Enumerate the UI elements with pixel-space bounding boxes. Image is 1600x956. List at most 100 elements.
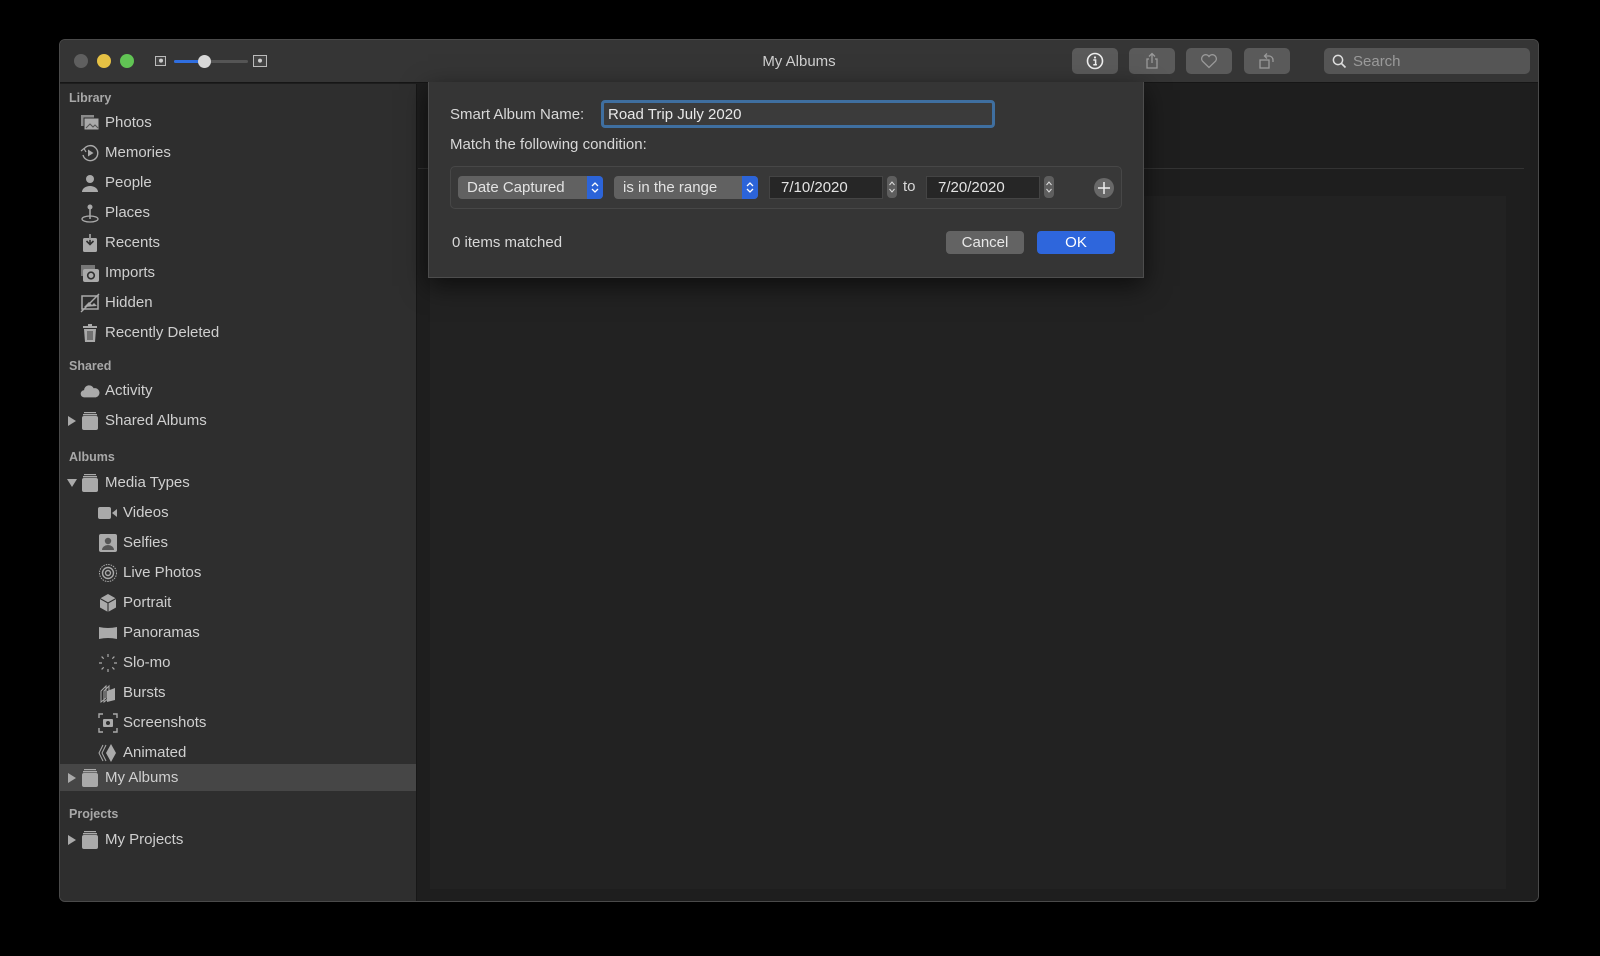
sidebar-item-label: Imports [105,264,156,281]
section-shared-label: Shared [69,359,112,373]
sidebar-item-label: Selfies [123,534,169,551]
sidebar-item-places[interactable]: Places [60,199,416,226]
sidebar-item-media-types[interactable]: Media Types [60,469,416,496]
sidebar-item-label: My Albums [105,769,179,786]
section-projects-label: Projects [69,807,119,821]
add-condition-button[interactable] [1094,178,1114,198]
from-date-stepper[interactable] [887,176,897,198]
title-bar: My Albums [60,40,1538,83]
pin-icon [80,203,100,223]
hidden-icon [80,293,100,313]
sidebar-item-videos[interactable]: Videos [60,499,416,526]
album-stack-icon [80,830,100,850]
sidebar-item-photos[interactable]: Photos [60,109,416,136]
sidebar-item-label: Hidden [105,294,153,311]
smart-album-dialog: Smart Album Name: Match the following co… [428,82,1144,278]
info-icon [1086,52,1104,70]
ok-button[interactable]: OK [1037,231,1115,254]
popup-chevron-icon [742,176,758,199]
share-button[interactable] [1129,48,1175,74]
recents-icon [80,233,100,253]
sidebar-item-label: Animated [123,744,187,761]
sidebar-item-activity[interactable]: Activity [60,377,416,404]
info-button[interactable] [1072,48,1118,74]
sidebar-item-label: Videos [123,504,169,521]
sidebar-item-label: Portrait [123,594,172,611]
share-icon [1146,52,1158,69]
condition-field-value: Date Captured [467,179,565,196]
window-title: My Albums [762,53,836,70]
album-stack-icon [80,768,100,788]
album-stack-icon [80,411,100,431]
sidebar-item-label: Recents [105,234,161,251]
sidebar-item-memories[interactable]: Memories [60,139,416,166]
to-date-field[interactable]: 7/20/2020 [926,176,1040,199]
sidebar-item-my-albums[interactable]: My Albums [60,764,416,791]
panorama-icon [98,623,118,643]
plus-icon [1098,182,1110,194]
sidebar-item-animated[interactable]: Animated [60,739,416,766]
sidebar-item-recents[interactable]: Recents [60,229,416,256]
sidebar-item-label: Places [105,204,151,221]
sidebar-item-imports[interactable]: Imports [60,259,416,286]
from-date-field[interactable]: 7/10/2020 [769,176,883,199]
memories-icon [80,143,100,163]
album-stack-icon [80,473,100,493]
person-icon [80,173,100,193]
cancel-button[interactable]: Cancel [946,231,1024,254]
match-condition-label: Match the following condition: [450,136,647,153]
video-icon [98,503,118,523]
sidebar-item-people[interactable]: People [60,169,416,196]
rotate-button[interactable] [1244,48,1290,74]
sidebar-item-label: Activity [105,382,153,399]
sidebar-item-recently-deleted[interactable]: Recently Deleted [60,319,416,346]
condition-row: Date Captured is in the range 7/10/2020 … [450,166,1122,209]
sidebar-item-label: People [105,174,152,191]
live-photo-icon [98,563,118,583]
sidebar-item-label: Panoramas [123,624,200,641]
screenshot-icon [98,712,118,733]
search-field[interactable] [1324,48,1530,74]
section-library-label: Library [69,91,112,105]
sidebar-item-panoramas[interactable]: Panoramas [60,619,416,646]
sidebar-item-slo-mo[interactable]: Slo-mo [60,649,416,676]
condition-operator-popup[interactable]: is in the range [614,176,758,199]
trash-icon [80,323,100,343]
camera-icon [80,263,100,283]
search-icon [1332,54,1347,68]
heart-icon [1201,54,1217,69]
sidebar-item-selfies[interactable]: Selfies [60,529,416,556]
sidebar-item-label: Live Photos [123,564,202,581]
sidebar: Library Photos Memories People Places Re… [60,84,417,901]
to-date-stepper[interactable] [1044,176,1054,198]
sidebar-item-portrait[interactable]: Portrait [60,589,416,616]
cloud-icon [80,381,100,401]
sidebar-item-bursts[interactable]: Bursts [60,679,416,706]
sidebar-item-label: Shared Albums [105,412,207,429]
sidebar-item-live-photos[interactable]: Live Photos [60,559,416,586]
popup-chevron-icon [587,176,603,199]
smart-album-name-label: Smart Album Name: [450,106,585,123]
sidebar-item-label: My Projects [105,831,184,848]
disclosure-collapsed-icon[interactable] [67,772,77,783]
animated-icon [98,743,118,763]
condition-field-popup[interactable]: Date Captured [458,176,603,199]
smart-album-name-input[interactable] [601,100,995,128]
sidebar-item-label: Media Types [105,474,190,491]
disclosure-collapsed-icon[interactable] [67,834,77,845]
disclosure-expanded-icon[interactable] [67,478,77,488]
photo-grid-area [430,196,1506,889]
photos-window: My Albums Library Photos Memories [59,39,1539,902]
sidebar-item-label: Screenshots [123,714,207,731]
disclosure-collapsed-icon[interactable] [67,415,77,426]
sidebar-item-shared-albums[interactable]: Shared Albums [60,407,416,434]
sidebar-item-hidden[interactable]: Hidden [60,289,416,316]
favorite-button[interactable] [1186,48,1232,74]
photos-icon [80,113,100,133]
sidebar-item-screenshots[interactable]: Screenshots [60,709,416,736]
sidebar-item-my-projects[interactable]: My Projects [60,826,416,853]
search-input[interactable] [1353,52,1523,70]
sidebar-item-label: Slo-mo [123,654,171,671]
rotate-icon [1259,53,1274,69]
cube-icon [98,593,118,613]
